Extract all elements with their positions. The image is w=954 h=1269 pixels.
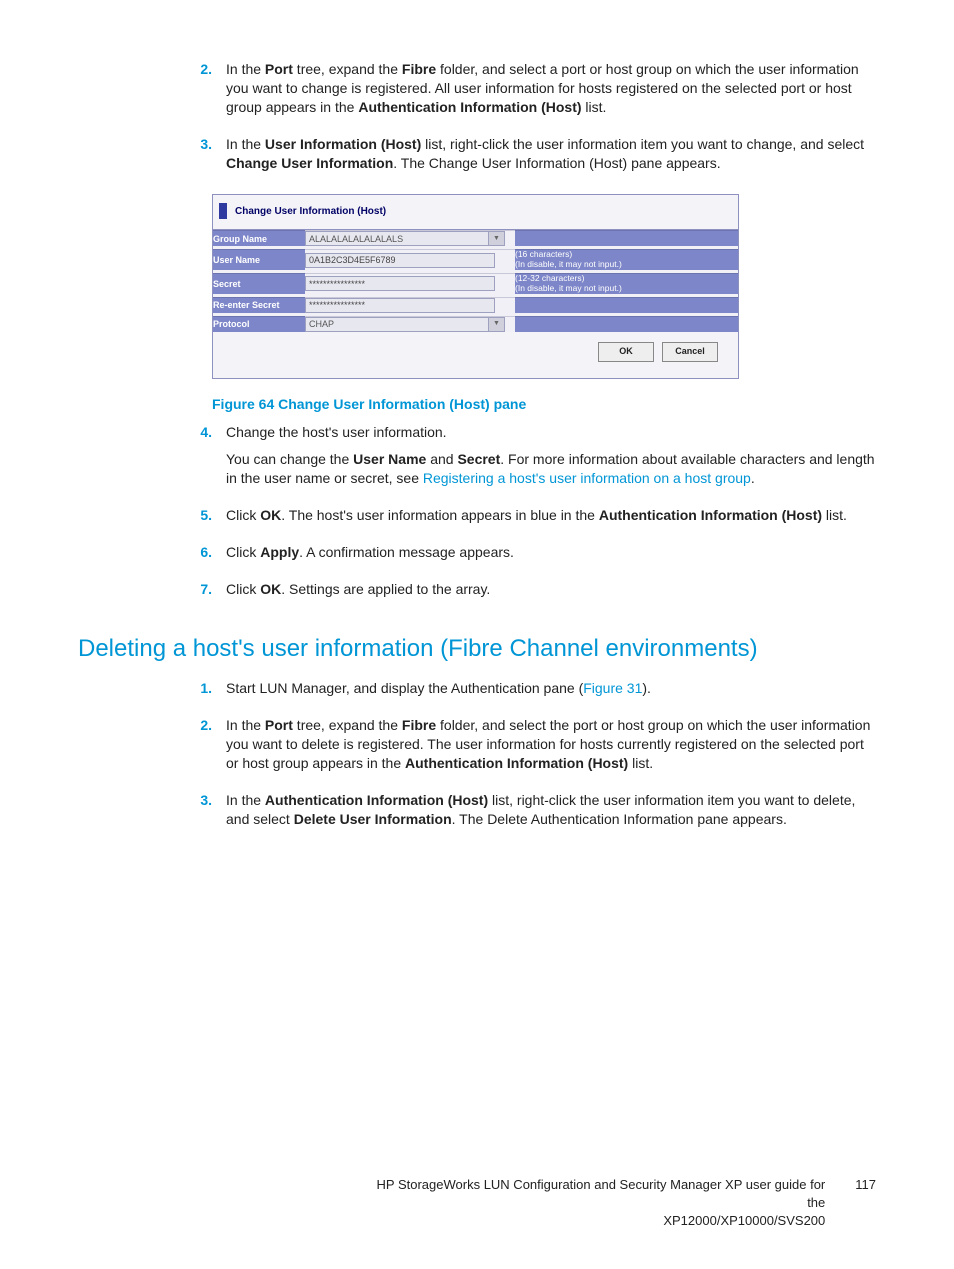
step-number: 1.	[182, 679, 226, 706]
step-list-a: 2. In the Port tree, expand the Fibre fo…	[182, 60, 876, 607]
select-value: CHAP	[306, 318, 488, 331]
link-registering-host[interactable]: Registering a host's user information on…	[423, 470, 751, 486]
pane-header: Change User Information (Host)	[213, 195, 738, 230]
step-number: 3.	[182, 135, 226, 181]
step-number: 2.	[182, 716, 226, 781]
select-value: ALALALALALALALALS	[306, 232, 488, 245]
step-b3: 3. In the Authentication Information (Ho…	[182, 791, 876, 837]
help-secret: (12-32 characters) (In disable, it may n…	[515, 273, 738, 293]
cancel-button[interactable]: Cancel	[662, 342, 718, 362]
pane-title: Change User Information (Host)	[235, 205, 386, 219]
figure-caption: Figure 64 Change User Information (Host)…	[212, 395, 876, 414]
label-protocol: Protocol	[213, 316, 305, 332]
pane-title-bar-icon	[219, 203, 227, 219]
pane-button-row: OK Cancel	[213, 332, 738, 378]
label-user-name: User Name	[213, 250, 305, 270]
step-body: In the Port tree, expand the Fibre folde…	[226, 60, 876, 125]
step-number: 4.	[182, 423, 226, 496]
step-body: Change the host's user information. You …	[226, 423, 876, 496]
chevron-down-icon[interactable]: ▼	[488, 232, 504, 245]
step-number: 3.	[182, 791, 226, 837]
step-list-b: 1. Start LUN Manager, and display the Au…	[182, 679, 876, 836]
step-4: 4. Change the host's user information. Y…	[182, 423, 876, 496]
step-7: 7. Click OK. Settings are applied to the…	[182, 580, 876, 607]
group-name-select[interactable]: ALALALALALALALALS ▼	[305, 231, 505, 246]
section-heading-deleting: Deleting a host's user information (Fibr…	[78, 633, 876, 665]
chevron-down-icon[interactable]: ▼	[488, 318, 504, 331]
step-5: 5. Click OK. The host's user information…	[182, 506, 876, 533]
step-body: In the User Information (Host) list, rig…	[226, 135, 876, 181]
user-name-input[interactable]: 0A1B2C3D4E5F6789	[305, 253, 495, 268]
change-user-info-pane: Change User Information (Host) Group Nam…	[212, 194, 739, 378]
help-cell	[515, 316, 738, 332]
help-cell	[515, 297, 738, 313]
help-cell	[515, 231, 738, 247]
footer-text: HP StorageWorks LUN Configuration and Se…	[375, 1176, 825, 1229]
protocol-select[interactable]: CHAP ▼	[305, 317, 505, 332]
ok-button[interactable]: OK	[598, 342, 654, 362]
form-table: Group Name ALALALALALALALALS ▼ User Name…	[213, 230, 738, 331]
step-2: 2. In the Port tree, expand the Fibre fo…	[182, 60, 876, 125]
reenter-secret-input[interactable]: ****************	[305, 298, 495, 313]
step-3: 3. In the User Information (Host) list, …	[182, 135, 876, 181]
label-secret: Secret	[213, 273, 305, 293]
label-reenter-secret: Re-enter Secret	[213, 297, 305, 313]
input-cell: ALALALALALALALALS ▼	[305, 231, 515, 247]
link-figure-31[interactable]: Figure 31	[583, 680, 642, 696]
help-user: (16 characters) (In disable, it may not …	[515, 250, 738, 270]
label-group-name: Group Name	[213, 231, 305, 247]
step-number: 2.	[182, 60, 226, 125]
step-b1: 1. Start LUN Manager, and display the Au…	[182, 679, 876, 706]
step-b2: 2. In the Port tree, expand the Fibre fo…	[182, 716, 876, 781]
page-number: 117	[855, 1176, 876, 1194]
step-number: 7.	[182, 580, 226, 607]
step-6: 6. Click Apply. A confirmation message a…	[182, 543, 876, 570]
step-number: 6.	[182, 543, 226, 570]
page-footer: HP StorageWorks LUN Configuration and Se…	[78, 1176, 876, 1229]
secret-input[interactable]: ****************	[305, 276, 495, 291]
step-number: 5.	[182, 506, 226, 533]
